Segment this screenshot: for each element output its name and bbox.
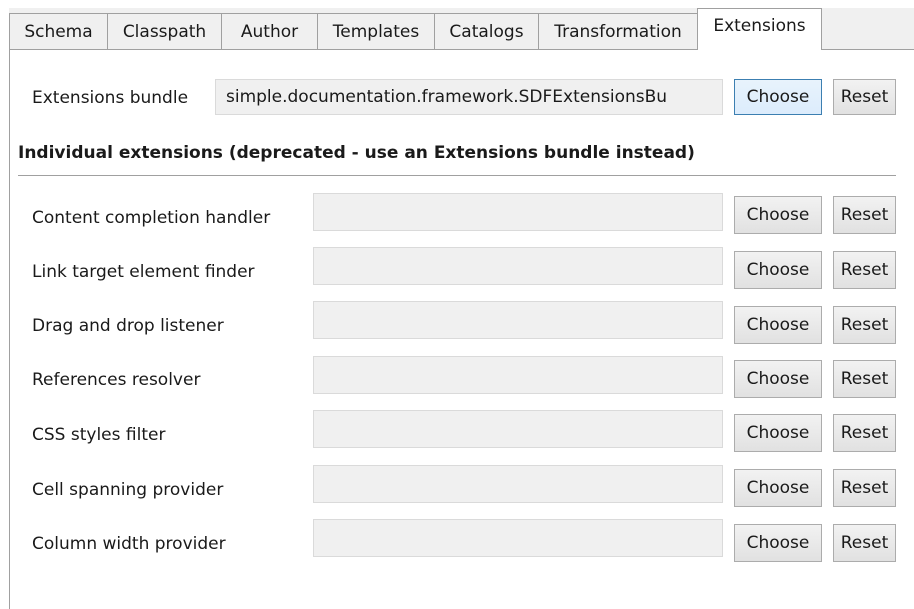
extensions-bundle-label: Extensions bundle bbox=[32, 88, 189, 108]
extension-reset-button[interactable]: Reset bbox=[833, 469, 896, 507]
tab-classpath[interactable]: Classpath bbox=[107, 13, 222, 49]
extension-choose-button[interactable]: Choose bbox=[734, 306, 822, 344]
tab-author[interactable]: Author bbox=[221, 13, 318, 49]
tab-catalogs[interactable]: Catalogs bbox=[434, 13, 539, 49]
section-heading: Individual extensions (deprecated - use … bbox=[18, 143, 695, 163]
extension-field[interactable] bbox=[313, 193, 723, 231]
extensions-bundle-choose-button[interactable]: Choose bbox=[734, 79, 822, 115]
extension-field[interactable] bbox=[313, 465, 723, 503]
extension-reset-button[interactable]: Reset bbox=[833, 524, 896, 562]
extension-choose-button[interactable]: Choose bbox=[734, 414, 822, 452]
extensions-bundle-reset-button[interactable]: Reset bbox=[833, 79, 896, 115]
extension-reset-button[interactable]: Reset bbox=[833, 360, 896, 398]
extension-label: Column width provider bbox=[32, 534, 226, 554]
extension-field[interactable] bbox=[313, 247, 723, 285]
extension-field[interactable] bbox=[313, 301, 723, 339]
extensions-preferences-panel: Schema Classpath Author Templates Catalo… bbox=[0, 0, 914, 609]
extension-field[interactable] bbox=[313, 356, 723, 394]
extension-reset-button[interactable]: Reset bbox=[833, 196, 896, 234]
extension-choose-button[interactable]: Choose bbox=[734, 469, 822, 507]
extension-choose-button[interactable]: Choose bbox=[734, 196, 822, 234]
extension-field[interactable] bbox=[313, 410, 723, 448]
extension-label: CSS styles filter bbox=[32, 425, 166, 445]
separator bbox=[18, 175, 896, 176]
extension-label: Cell spanning provider bbox=[32, 480, 224, 500]
extension-reset-button[interactable]: Reset bbox=[833, 414, 896, 452]
extension-choose-button[interactable]: Choose bbox=[734, 251, 822, 289]
extension-choose-button[interactable]: Choose bbox=[734, 360, 822, 398]
tab-strip: Schema Classpath Author Templates Catalo… bbox=[9, 8, 914, 50]
extension-label: Link target element finder bbox=[32, 262, 255, 282]
extensions-bundle-field[interactable]: simple.documentation.framework.SDFExtens… bbox=[215, 79, 723, 115]
extension-label: Content completion handler bbox=[32, 208, 271, 228]
extension-label: Drag and drop listener bbox=[32, 316, 224, 336]
tab-templates[interactable]: Templates bbox=[317, 13, 435, 49]
extension-reset-button[interactable]: Reset bbox=[833, 251, 896, 289]
extension-choose-button[interactable]: Choose bbox=[734, 524, 822, 562]
tab-schema[interactable]: Schema bbox=[9, 13, 108, 49]
extension-label: References resolver bbox=[32, 370, 201, 390]
tab-transformation[interactable]: Transformation bbox=[538, 13, 698, 49]
extension-reset-button[interactable]: Reset bbox=[833, 306, 896, 344]
extension-field[interactable] bbox=[313, 519, 723, 557]
tab-extensions[interactable]: Extensions bbox=[697, 8, 822, 50]
